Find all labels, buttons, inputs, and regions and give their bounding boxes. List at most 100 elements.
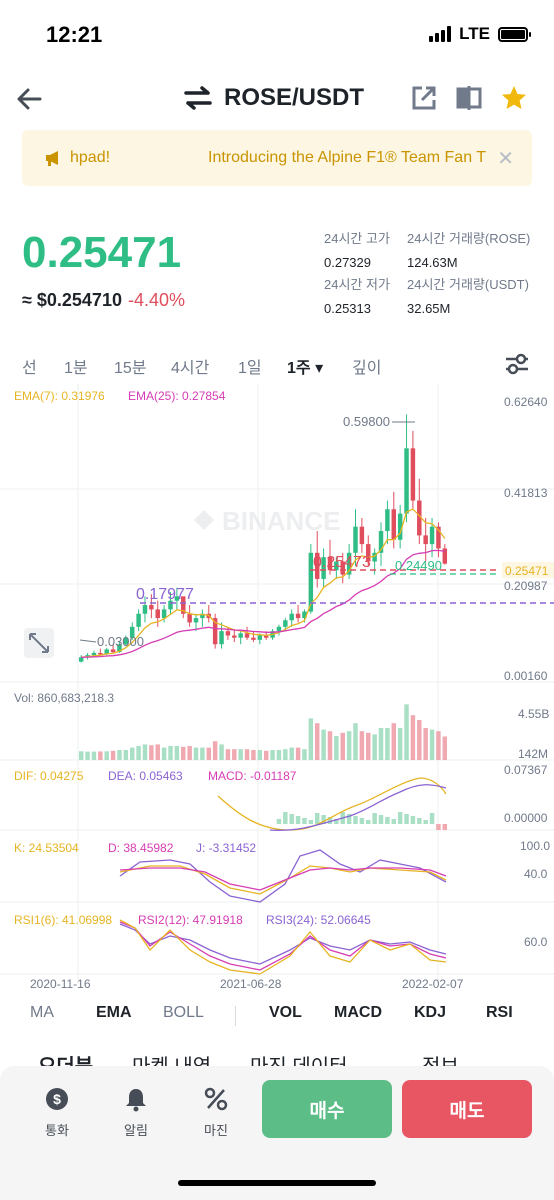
macd-bar bbox=[429, 813, 435, 824]
kdj-j-line bbox=[119, 849, 447, 903]
kline-chart-svg[interactable]: BINANCE EMA(7): 0.31976 EMA(25): 0.27854… bbox=[0, 384, 554, 994]
candle-body bbox=[225, 631, 231, 636]
tab-1d[interactable]: 1일 bbox=[238, 354, 262, 378]
signal-icon bbox=[429, 26, 452, 42]
candle-body bbox=[283, 620, 288, 627]
tab-line[interactable]: 선 bbox=[22, 354, 37, 378]
layout-split-icon[interactable] bbox=[455, 84, 483, 112]
macd-bar bbox=[289, 814, 294, 824]
nav-alerts[interactable]: 알림 bbox=[108, 1086, 164, 1140]
indicator-ema[interactable]: EMA bbox=[96, 1004, 132, 1022]
volume-bar bbox=[359, 731, 365, 760]
status-bar: 12:21 LTE bbox=[0, 0, 554, 70]
volume-axis-label: 4.55B bbox=[518, 707, 549, 721]
volume-bar bbox=[161, 747, 167, 760]
volume-bar bbox=[429, 729, 435, 760]
price-axis-label: 0.41813 bbox=[504, 486, 548, 500]
tab-4h[interactable]: 4시간 bbox=[171, 354, 209, 378]
kline-chart[interactable]: BINANCE EMA(7): 0.31976 EMA(25): 0.27854… bbox=[0, 384, 554, 994]
buy-button[interactable]: 매수 bbox=[262, 1080, 392, 1138]
macd-bar bbox=[372, 813, 377, 824]
volume-bar bbox=[397, 728, 403, 760]
volume-bar bbox=[136, 746, 141, 760]
fullscreen-icon[interactable] bbox=[24, 628, 54, 658]
kdj-axis-label: 100.0 bbox=[520, 839, 550, 853]
candle-body bbox=[136, 613, 141, 627]
volume-bar bbox=[251, 750, 256, 760]
nav-margin[interactable]: 마진 bbox=[188, 1086, 244, 1140]
candle-body bbox=[219, 631, 224, 645]
volume-bar bbox=[366, 732, 371, 760]
indicator-kdj[interactable]: KDJ bbox=[414, 1004, 446, 1022]
kdj-axis-label: 40.0 bbox=[524, 867, 548, 881]
volume-bar bbox=[232, 749, 237, 760]
candle-body bbox=[295, 613, 301, 619]
share-icon[interactable] bbox=[410, 84, 438, 112]
candle-body bbox=[385, 509, 390, 532]
back-arrow-icon[interactable] bbox=[14, 84, 44, 114]
price-axis-label: 0.62640 bbox=[504, 395, 548, 409]
percent-icon bbox=[204, 1087, 228, 1111]
volume-bar bbox=[436, 731, 441, 760]
macd-bar bbox=[378, 815, 384, 824]
volume-bar bbox=[270, 750, 275, 760]
macd-bar bbox=[442, 824, 448, 830]
indicator-ma[interactable]: MA bbox=[30, 1004, 54, 1022]
macd-bar bbox=[308, 820, 314, 824]
favorite-star-icon[interactable] bbox=[500, 84, 528, 112]
candle-body bbox=[257, 635, 263, 640]
tab-15m[interactable]: 15분 bbox=[114, 354, 147, 378]
mid-annotation: 0.24490 bbox=[395, 558, 442, 573]
volume-bar bbox=[321, 729, 326, 760]
tab-depth[interactable]: 깊이 bbox=[352, 354, 381, 378]
announcement-banner[interactable]: hpad! Introducing the Alpine F1® Team Fa… bbox=[22, 130, 532, 186]
chart-grid bbox=[0, 384, 554, 984]
volume-bar bbox=[314, 723, 320, 760]
candle-body bbox=[155, 609, 160, 619]
kdj-k-label: K: 24.53504 bbox=[14, 841, 79, 855]
battery-icon bbox=[498, 26, 531, 42]
volume-bar bbox=[238, 749, 243, 760]
volume-bar bbox=[206, 747, 212, 760]
sell-button[interactable]: 매도 bbox=[402, 1080, 532, 1138]
candle-body bbox=[110, 649, 116, 653]
indicator-macd[interactable]: MACD bbox=[334, 1004, 382, 1022]
volume-bar bbox=[110, 750, 116, 760]
volume-bar bbox=[391, 723, 397, 760]
volume-bar bbox=[378, 728, 384, 760]
indicator-rsi[interactable]: RSI bbox=[486, 1004, 513, 1022]
candle-body bbox=[353, 526, 358, 553]
volume-bar bbox=[257, 750, 263, 760]
rsi2-line bbox=[119, 921, 447, 971]
volume-axis-label: 142M bbox=[518, 747, 548, 761]
volume-bar bbox=[244, 749, 250, 760]
nav-currency[interactable]: $ 통화 bbox=[29, 1086, 85, 1140]
volume-label: Vol: 860,683,218.3 bbox=[14, 691, 114, 705]
price-sub: ≈ $0.254710 -4.40% bbox=[22, 290, 185, 311]
banner-close-icon[interactable]: ✕ bbox=[497, 146, 514, 171]
volume-bar bbox=[168, 746, 173, 760]
candle-body bbox=[429, 526, 435, 545]
volume-bar bbox=[276, 750, 282, 760]
volume-bars bbox=[78, 704, 448, 760]
volume-bar bbox=[334, 736, 339, 760]
chart-settings-icon[interactable] bbox=[504, 352, 530, 376]
network-type: LTE bbox=[459, 24, 490, 43]
candle-body bbox=[187, 613, 192, 623]
volume-bar bbox=[85, 751, 90, 760]
tab-1w[interactable]: 1주 ▾ bbox=[287, 354, 323, 378]
macd-bar bbox=[410, 816, 416, 824]
tab-1m[interactable]: 1분 bbox=[64, 354, 88, 378]
last-price: 0.25471 bbox=[22, 228, 182, 277]
candle-body bbox=[391, 509, 397, 540]
indicator-vol[interactable]: VOL bbox=[269, 1004, 302, 1022]
pair-selector[interactable]: ROSE/USDT bbox=[184, 84, 364, 112]
ema25-label: EMA(25): 0.27854 bbox=[128, 389, 226, 403]
kdj-k-line bbox=[119, 865, 447, 895]
indicator-boll[interactable]: BOLL bbox=[163, 1004, 204, 1022]
volume-bar bbox=[98, 751, 103, 760]
volume-bar bbox=[353, 723, 358, 760]
macd-bar bbox=[397, 812, 403, 824]
volume-bar bbox=[219, 744, 224, 760]
stat-24h-high: 24시간 고가 0.27329 bbox=[324, 231, 390, 270]
